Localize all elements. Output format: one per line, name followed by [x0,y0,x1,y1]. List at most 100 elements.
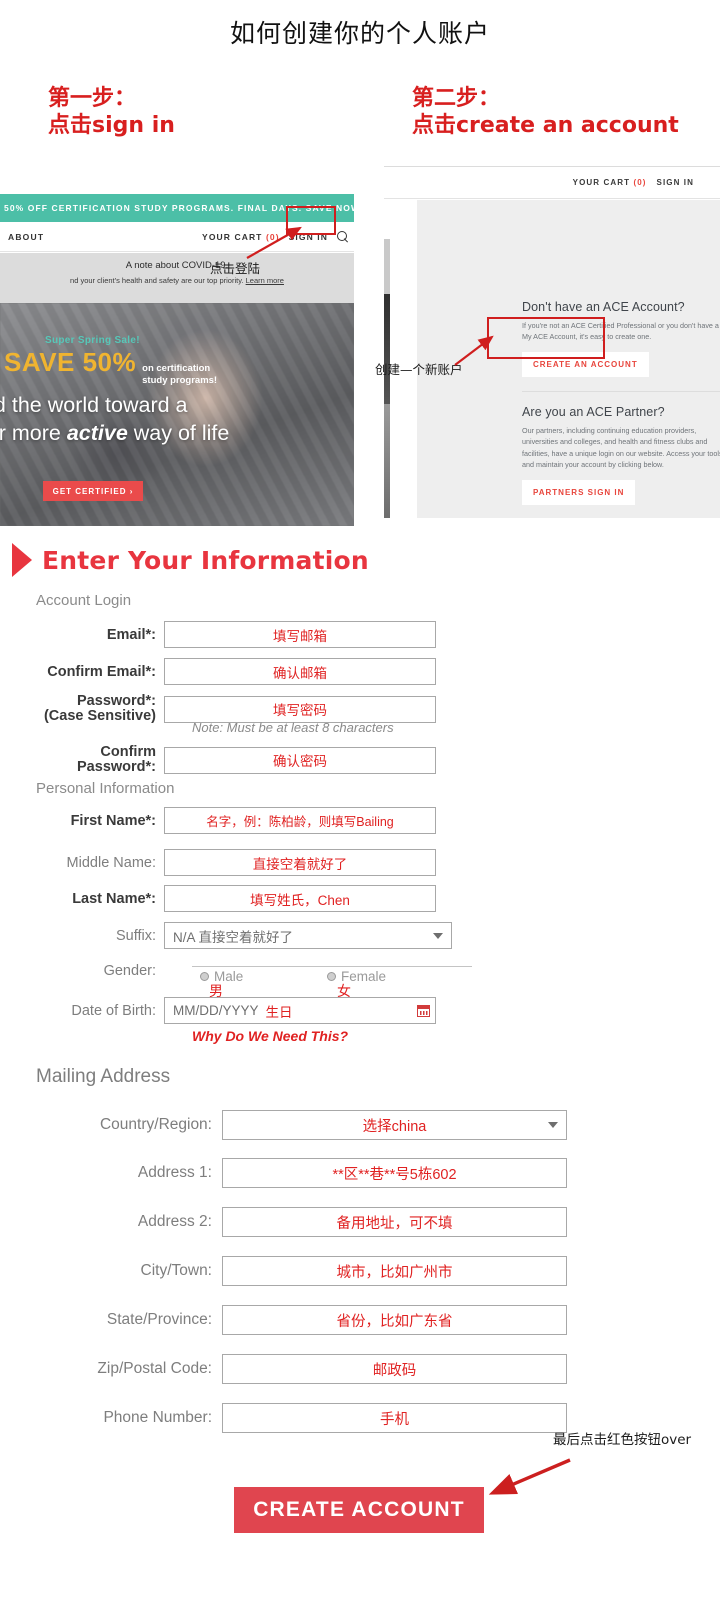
hero-headline-2b: more [11,421,61,446]
step-2-heading: 第二步： 点击create an account [412,86,679,140]
input-first-name[interactable]: 名字，例：陈柏龄，则填写Bailing [164,807,436,834]
site-navbar-right: YOUR CART (0) SIGN IN [384,167,720,199]
hero-sale-text: Super Spring Sale! [45,335,140,346]
label-zip: Zip/Postal Code: [97,1360,212,1377]
nav-cart-label-right: YOUR CART [572,178,631,187]
input-city[interactable]: 城市，比如广州市 [222,1256,567,1286]
form-title: Enter Your Information [42,545,369,575]
label-confirm-password: Confirm Password*: [77,744,156,776]
nav-item-cart[interactable]: YOUR CART (0) [202,232,280,242]
input-email[interactable]: 填写邮箱 [164,621,436,648]
step-2-line2: 点击create an account [412,112,679,138]
input-last-name[interactable]: 填写姓氏，Chen [164,885,436,912]
section-personal-information: Personal Information [36,780,175,797]
form-row-suffix: Suffix: N/A 直接空着就好了 [0,922,452,949]
left-edge-dark-strip-2 [384,404,390,518]
select-suffix-value: N/A 直接空着就好了 [173,929,294,945]
form-row-city: City/Town: 城市，比如广州市 [0,1256,567,1286]
annotation-create-account: 创建—个新账户 [375,362,463,377]
covid-notice-line1: A note about COVID-19. [125,260,229,271]
annotation-sign-in: 点击登陆 [210,261,261,276]
form-row-address2: Address 2: 备用地址，可不填 [0,1207,567,1237]
input-confirm-password[interactable]: 确认密码 [164,746,436,774]
label-state: State/Province: [106,1311,212,1328]
label-city: City/Town: [140,1262,213,1279]
label-dob: Date of Birth: [71,1002,156,1019]
nav-cart-count-right: (0) [633,178,647,187]
form-row-zip: Zip/Postal Code: 邮政码 [0,1354,567,1384]
label-confirm-email: Confirm Email*: [47,663,156,680]
covid-notice-line2: nd your client's health and safety are o… [0,276,354,285]
form-row-last-name: Last Name*: 填写姓氏，Chen [0,885,436,912]
radio-female-icon[interactable] [327,972,336,981]
input-address2[interactable]: 备用地址，可不填 [222,1207,567,1237]
step-1-heading: 第一步： 点击sign in [48,86,175,140]
nav-item-cart-right[interactable]: YOUR CART (0) [573,178,647,187]
highlight-box-create-account [487,317,605,359]
input-phone[interactable]: 手机 [222,1403,567,1433]
label-country: Country/Region: [99,1116,212,1133]
hero-banner: Super Spring Sale! SAVE 50% on certifica… [0,303,354,526]
select-suffix[interactable]: N/A 直接空着就好了 [164,922,452,949]
get-certified-button[interactable]: GET CERTIFIED › [43,481,143,501]
step-1-line1: 第一步： [48,86,137,111]
input-dob[interactable]: MM/DD/YYYY 生日 [164,997,436,1024]
form-row-country: Country/Region: 选择china [0,1110,567,1140]
hero-headline: ead the world toward a hier more active … [0,391,354,448]
form-row-dob: Date of Birth: MM/DD/YYYY 生日 [0,997,436,1024]
partners-sign-in-button[interactable]: PARTNERS SIGN IN [522,479,636,505]
radio-male-icon[interactable] [200,972,209,981]
hero-headline-2d: way of life [133,421,230,446]
triangle-bullet-icon [12,543,32,577]
label-email: Email*: [106,626,156,643]
create-account-submit-button[interactable]: CREATE ACCOUNT [234,1487,484,1533]
nav-item-about[interactable]: ABOUT [0,232,44,242]
calendar-icon[interactable] [417,1004,430,1017]
hero-save-small-1: on certification [142,363,211,374]
form-row-email: Email*: 填写邮箱 [0,621,436,648]
nav-cart-count: (0) [265,231,280,242]
form-row-confirm-email: Confirm Email*: 确认邮箱 [0,658,436,685]
form-row-gender: Gender: [0,963,164,979]
input-address1[interactable]: **区**巷**号5栋602 [222,1158,567,1188]
input-middle-name[interactable]: 直接空着就好了 [164,849,436,876]
label-first-name: First Name*: [70,812,156,829]
input-confirm-email[interactable]: 确认邮箱 [164,658,436,685]
select-country[interactable]: 选择china [222,1110,567,1140]
form-row-middle-name: Middle Name: 直接空着就好了 [0,849,436,876]
covid-learn-more-link[interactable]: Learn more [246,276,284,285]
nav-item-sign-in-right[interactable]: SIGN IN [657,178,694,187]
input-state[interactable]: 省份，比如广东省 [222,1305,567,1335]
hero-headline-2a: hier [0,421,6,446]
annotation-final: 最后点击红色按钮over [553,1432,692,1448]
hero-save-small-2: study programs! [142,374,218,386]
label-middle-name: Middle Name: [66,854,156,871]
radio-female[interactable]: Female [327,969,386,984]
arrow-final [488,1458,571,1495]
partner-body: Our partners, including continuing educa… [522,426,720,469]
input-password[interactable]: 填写密码 [164,695,436,723]
form-row-first-name: First Name*: 名字，例：陈柏龄，则填写Bailing [0,807,436,834]
input-dob-placeholder: MM/DD/YYYY [173,1003,259,1018]
label-suffix: Suffix: [115,927,156,944]
why-do-we-need-this-link[interactable]: Why Do We Need This? [192,1028,348,1044]
input-zip[interactable]: 邮政码 [222,1354,567,1384]
step-2-line1: 第二步： [412,86,501,111]
form-row-phone: Phone Number: 手机 [0,1403,567,1433]
section-mailing-address: Mailing Address [36,1066,171,1087]
left-edge-gray-strip [384,239,390,294]
page-title: 如何创建你的个人账户 [229,19,490,48]
password-note: Note: Must be at least 8 characters [192,720,394,735]
gender-divider [192,966,472,967]
form-row-address1: Address 1: **区**巷**号5栋602 [0,1158,567,1188]
select-country-value: 选择china [362,1118,427,1135]
search-icon[interactable] [337,231,348,242]
panel-divider [522,391,720,393]
step-1-line2: 点击sign in [48,112,175,138]
label-address1: Address 1: [137,1164,212,1181]
hero-save-block: SAVE 50% on certification study programs… [4,347,217,387]
page-root: 如何创建你的个人账户 第一步： 点击sign in 第二步： 点击create … [0,0,720,1620]
section-account-login: Account Login [36,592,132,609]
annotation-dob-zh: 生日 [265,1004,293,1020]
left-edge-dark-strip [384,294,390,404]
